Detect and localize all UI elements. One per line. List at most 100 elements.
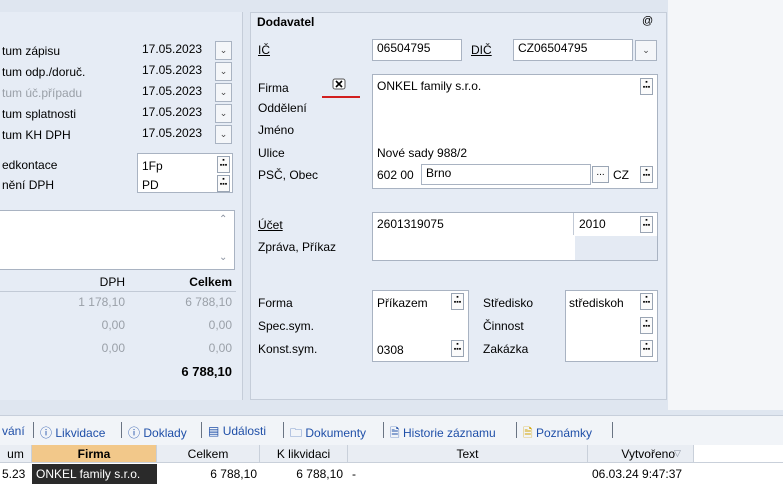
ic-field[interactable]: 06504795: [372, 39, 462, 61]
column-header-celkem[interactable]: Celkem: [157, 445, 260, 463]
red-underline: [322, 96, 360, 98]
folder-icon: 🗀: [290, 426, 303, 440]
date-label-odp: tum odp./doruč.: [2, 65, 86, 79]
ic-label[interactable]: IČ: [258, 43, 270, 57]
tab-separator: [612, 422, 613, 438]
tab-doklady[interactable]: ⓘ Doklady: [128, 424, 187, 441]
date-label-ucpripadu: tum úč.případu: [2, 86, 83, 100]
tab-likvidace-label: Likvidace: [55, 426, 106, 440]
konst-picker-button[interactable]: ▪ ▪▪▪: [451, 340, 464, 357]
grid-cell-datum[interactable]: 5.23: [0, 464, 32, 484]
info-icon: ⓘ: [128, 426, 141, 440]
tab-partial[interactable]: vání: [2, 424, 25, 438]
bank-divider: [573, 213, 574, 235]
date-field-odp[interactable]: 17.05.2023: [137, 61, 217, 81]
date-field-ucpripadu[interactable]: 17.05.2023: [137, 82, 217, 102]
stredisko-picker-button[interactable]: ▪ ▪▪▪: [640, 293, 653, 310]
column-header-empty: [694, 445, 783, 463]
jmeno-label: Jméno: [258, 123, 295, 137]
chevron-down-icon[interactable]: ⌄: [215, 62, 232, 81]
date-label-khdph: tum KH DPH: [2, 128, 71, 142]
right-empty-area: [668, 0, 783, 410]
grid-cell-firma[interactable]: ONKEL family s.r.o.: [32, 464, 157, 484]
oddeleni-label: Oddělení: [258, 101, 307, 115]
tab-dokumenty[interactable]: 🗀 Dokumenty: [290, 424, 366, 445]
bank-code[interactable]: 2010: [579, 217, 606, 231]
forma-value: Příkazem: [377, 296, 428, 310]
psc-field[interactable]: 602 00: [377, 168, 414, 182]
stredisko-label: Středisko: [483, 296, 534, 310]
scroll-down-icon[interactable]: ⌄: [219, 252, 227, 263]
date-field-zapis[interactable]: 17.05.2023: [137, 40, 217, 60]
chevron-down-icon[interactable]: ⌄: [215, 104, 232, 123]
list-icon: ▤: [208, 424, 220, 438]
grid-cell-vytvoreno[interactable]: 06.03.24 9:47:37: [588, 464, 694, 484]
ulice-value: Nové sady 988/2: [377, 146, 468, 160]
konst-value: 0308: [377, 343, 404, 357]
document-icon: 🗎: [390, 426, 400, 440]
cinnost-picker-button[interactable]: ▪ ▪▪▪: [640, 317, 653, 334]
tab-separator: [383, 422, 384, 438]
date-field-khdph[interactable]: 17.05.2023: [137, 124, 217, 144]
column-header-datum[interactable]: um: [0, 445, 32, 463]
column-header-firma[interactable]: Firma: [32, 445, 157, 463]
tab-separator: [121, 422, 122, 438]
firma-picker-button[interactable]: ▪ ▪▪▪: [640, 78, 653, 95]
totals-celkem-2: 0,00: [208, 318, 232, 332]
chevron-down-icon[interactable]: ⌄: [215, 125, 232, 144]
country-picker-button[interactable]: ▪ ▪▪▪: [640, 166, 653, 183]
tab-separator: [283, 422, 284, 438]
chevron-down-icon[interactable]: ⌄: [215, 41, 232, 60]
ellipsis-button[interactable]: ...: [592, 166, 609, 183]
date-label-zapis: tum zápisu: [2, 44, 61, 58]
tab-separator: [516, 422, 517, 438]
tab-poznamky-label: Poznámky: [536, 426, 593, 440]
grid-cell-text[interactable]: -: [352, 464, 588, 484]
tab-historie-label: Historie záznamu: [403, 426, 496, 440]
forma-picker-button[interactable]: ▪ ▪▪▪: [451, 293, 464, 310]
country-code[interactable]: CZ: [613, 168, 629, 182]
tab-historie[interactable]: 🗎 Historie záznamu: [390, 424, 496, 445]
zakazka-label: Zakázka: [483, 342, 529, 356]
zprava-field[interactable]: [575, 236, 657, 260]
note-textarea[interactable]: [0, 210, 235, 270]
totals-header-celkem: Celkem: [189, 275, 232, 289]
zakazka-picker-button[interactable]: ▪ ▪▪▪: [640, 340, 653, 357]
filter-icon[interactable]: ▽: [674, 448, 681, 459]
dic-label[interactable]: DIČ: [471, 43, 492, 57]
predkontace-label: edkontace: [2, 158, 58, 172]
at-icon[interactable]: @: [642, 15, 653, 27]
chevron-down-icon[interactable]: ⌄: [635, 40, 657, 61]
totals-dph-3: 0,00: [101, 341, 125, 355]
dic-field[interactable]: CZ06504795: [513, 39, 633, 61]
tab-bar: vání ⓘ Likvidace ⓘ Doklady ▤ Události 🗀 …: [0, 415, 783, 445]
predkontace-value: 1Fp: [142, 159, 163, 173]
obec-field[interactable]: Brno: [421, 164, 591, 185]
ucet-label[interactable]: Účet: [258, 218, 283, 232]
tab-udalosti[interactable]: ▤ Události: [208, 424, 266, 438]
ulice-label: Ulice: [258, 146, 285, 160]
bank-picker-button[interactable]: ▪ ▪▪▪: [640, 216, 653, 233]
grid-cell-klikvidaci[interactable]: 6 788,10: [260, 464, 348, 484]
cinnost-label: Činnost: [483, 319, 524, 333]
column-header-text[interactable]: Text: [348, 445, 588, 463]
cleneni-label: nění DPH: [2, 178, 55, 192]
tab-poznamky[interactable]: 🗎 Poznámky: [523, 424, 592, 445]
tab-doklady-label: Doklady: [143, 426, 187, 440]
predkontace-picker-button[interactable]: ▪ ▪▪▪: [217, 156, 230, 173]
chevron-down-icon[interactable]: ⌄: [215, 83, 232, 102]
date-field-splatnost[interactable]: 17.05.2023: [137, 103, 217, 123]
tab-udalosti-label: Události: [222, 424, 267, 438]
tab-dokumenty-label: Dokumenty: [305, 426, 367, 440]
grid-cell-celkem[interactable]: 6 788,10: [157, 464, 260, 484]
column-header-klikvidaci[interactable]: K likvidaci: [260, 445, 348, 463]
zprava-label: Zpráva, Příkaz: [258, 240, 337, 254]
scroll-up-icon[interactable]: ⌃: [219, 214, 227, 225]
cancel-link-icon[interactable]: [332, 77, 346, 91]
psc-label: PSČ, Obec: [258, 168, 319, 182]
firma-label: Firma: [258, 81, 289, 95]
cleneni-picker-button[interactable]: ▪ ▪▪▪: [217, 175, 230, 192]
tab-likvidace[interactable]: ⓘ Likvidace: [40, 424, 105, 441]
cleneni-value: PD: [142, 178, 159, 192]
supplier-title: Dodavatel: [257, 15, 315, 29]
